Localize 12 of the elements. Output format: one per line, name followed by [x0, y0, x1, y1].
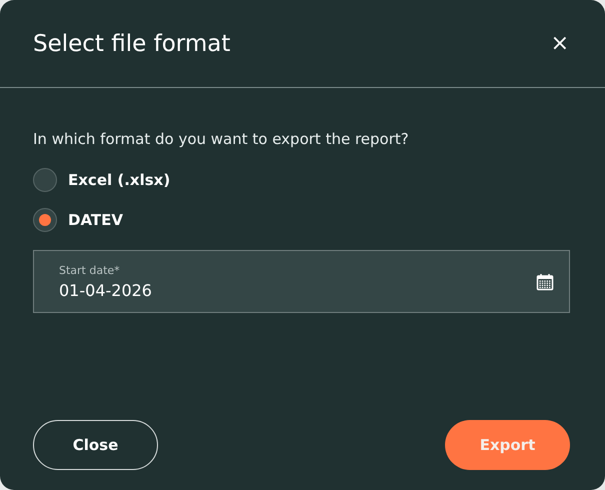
option-label: Excel (.xlsx): [68, 171, 170, 189]
option-label: DATEV: [68, 211, 123, 229]
radio-button[interactable]: [33, 168, 57, 192]
close-button[interactable]: ×: [546, 31, 573, 56]
field-value: 01-04-2026: [59, 280, 152, 300]
question-text: In which format do you want to export the report?: [33, 130, 410, 148]
dialog-title: Select file format: [33, 30, 230, 56]
date-field[interactable]: Start date* 01-04-2026: [33, 250, 570, 313]
close-dialog-button[interactable]: Close: [33, 420, 158, 470]
radio-button[interactable]: [33, 208, 57, 232]
field-label: Start date*: [59, 264, 121, 276]
calendar-icon[interactable]: [536, 272, 554, 290]
